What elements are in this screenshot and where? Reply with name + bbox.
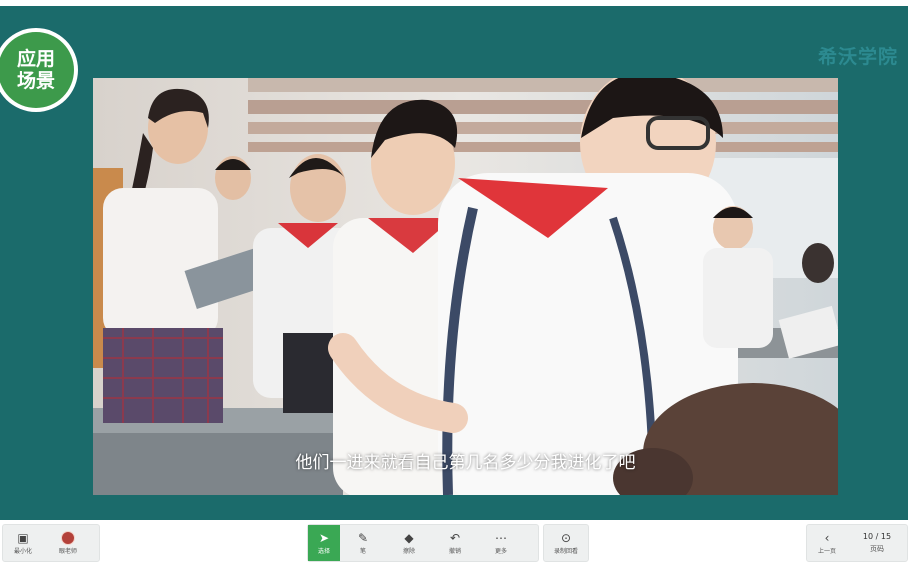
eraser-icon: ◆ [404, 531, 414, 545]
classroom-video[interactable]: 他们一进来就看自己第几名多少分我进化了吧 [93, 78, 838, 495]
bottom-toolbar: ▣ 最小化 眼老师 ➤ 选择 ✎ 笔 ◆ 擦除 ↶ 撤销 ⋯ 更多 ⊙ 录制回看… [0, 520, 908, 568]
teacher-label: 眼老师 [58, 548, 77, 555]
prev-page-label: 上一页 [817, 548, 836, 555]
select-tool-button[interactable]: ➤ 选择 [308, 525, 340, 561]
minimize-label: 最小化 [13, 548, 32, 555]
cursor-icon: ➤ [318, 531, 330, 545]
chevron-left-icon: ‹ [824, 531, 830, 545]
classroom-scene [93, 78, 838, 495]
teacher-profile-button[interactable]: 眼老师 [43, 525, 93, 561]
minimize-button[interactable]: ▣ 最小化 [3, 525, 43, 561]
record-icon: ⊙ [560, 531, 572, 545]
undo-tool-button[interactable]: ↶ 撤销 [432, 525, 478, 561]
undo-icon: ↶ [449, 531, 461, 545]
eraser-label: 擦除 [402, 548, 415, 555]
eraser-tool-button[interactable]: ◆ 擦除 [386, 525, 432, 561]
badge-line-2: 场景 [16, 70, 55, 92]
record-label: 录制回看 [553, 548, 578, 555]
pen-label: 笔 [359, 548, 366, 555]
prev-page-button[interactable]: ‹ 上一页 [807, 525, 847, 561]
pen-icon: ✎ [357, 531, 369, 545]
brand-logo: 希沃学院 [817, 46, 898, 68]
center-tool-group: ➤ 选择 ✎ 笔 ◆ 擦除 ↶ 撤销 ⋯ 更多 [307, 524, 539, 562]
avatar [61, 531, 75, 545]
scenario-badge-inner: 应用 场景 [0, 32, 74, 108]
page-number: 10 / 15 [862, 532, 892, 541]
record-replay-button[interactable]: ⊙ 录制回看 [544, 525, 588, 561]
video-subtitle: 他们一进来就看自己第几名多少分我进化了吧 [295, 453, 636, 473]
left-tool-group: ▣ 最小化 眼老师 [2, 524, 100, 562]
select-label: 选择 [317, 548, 330, 555]
page-label: 页码 [870, 545, 884, 553]
undo-label: 撤销 [448, 548, 461, 555]
page-nav-group: ‹ 上一页 10 / 15 页码 [806, 524, 908, 562]
more-tool-button[interactable]: ⋯ 更多 [478, 525, 524, 561]
badge-line-1: 应用 [16, 48, 55, 70]
minimize-icon: ▣ [17, 531, 29, 545]
page-indicator[interactable]: 10 / 15 页码 [847, 525, 907, 561]
record-tool-group: ⊙ 录制回看 [543, 524, 589, 562]
more-label: 更多 [494, 548, 507, 555]
more-icon: ⋯ [495, 531, 507, 545]
avatar-wrap [61, 531, 75, 546]
presentation-slide: 应用 场景 希沃学院 他们一进来就看自己第几名多少分我进化了吧 [0, 6, 908, 520]
scenario-badge: 应用 场景 [0, 28, 78, 112]
pen-tool-button[interactable]: ✎ 笔 [340, 525, 386, 561]
